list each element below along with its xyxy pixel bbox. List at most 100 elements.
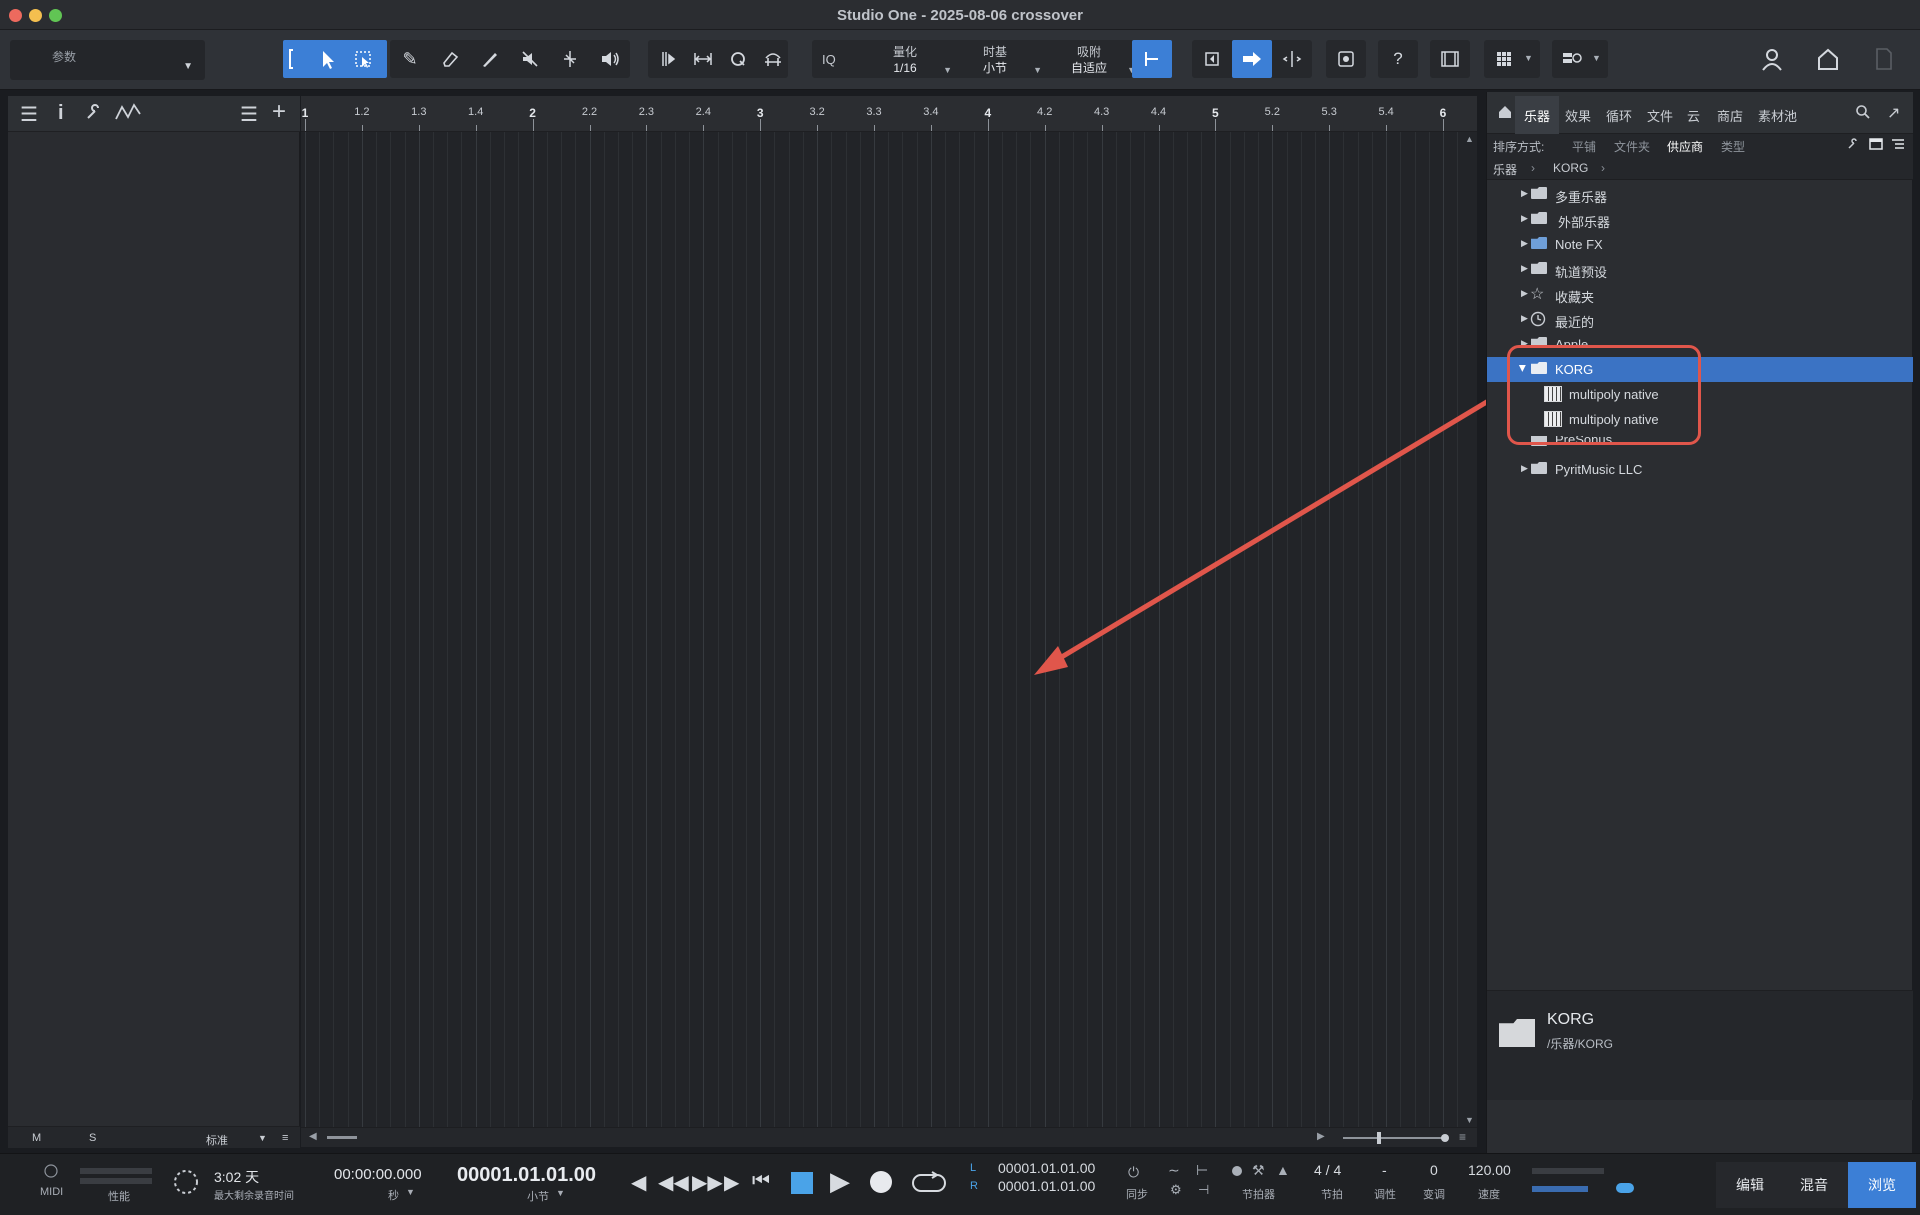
- stop-button[interactable]: [791, 1172, 813, 1194]
- loop-end[interactable]: 00001.01.01.00: [998, 1178, 1095, 1194]
- tree-item-track-presets[interactable]: ▶ 轨道预设: [1487, 257, 1913, 282]
- tree-item-label: 多重乐器: [1555, 190, 1608, 205]
- time-seconds[interactable]: 00:00:00.000: [334, 1166, 422, 1183]
- return-to-zero-icon[interactable]: ⏮: [752, 1170, 770, 1193]
- chevron-down-icon[interactable]: ▼: [556, 1188, 565, 1198]
- sync-label: 同步: [1126, 1189, 1148, 1201]
- star-icon: ☆: [1530, 286, 1545, 303]
- position-display[interactable]: 00001.01.01.00: [457, 1164, 596, 1187]
- tree-item-apple[interactable]: ▶ Apple: [1487, 332, 1913, 346]
- output-meter-l: [1532, 1168, 1604, 1174]
- loop-icon[interactable]: [910, 1170, 948, 1201]
- sort-vendor[interactable]: 供应商: [1667, 138, 1703, 155]
- key-display[interactable]: -: [1382, 1162, 1387, 1178]
- tab-effects[interactable]: 效果: [1565, 106, 1591, 125]
- transport-bar: MIDI 性能 3:02 天 最大剩余录音时间 00:00:00.000 秒 ▼…: [0, 1153, 1920, 1215]
- info-path: /乐器/KORG: [1547, 1037, 1614, 1051]
- folder-icon: [1531, 462, 1547, 474]
- tempo-display[interactable]: 120.00: [1468, 1162, 1511, 1178]
- browser-panel: 乐器 效果 循环 文件 云 商店 素材池 ↗ 排序方式: 平铺 文件夹 供应商 …: [1486, 92, 1913, 1153]
- chevron-down-icon[interactable]: ▼: [406, 1187, 415, 1197]
- rewind-icon[interactable]: ◀◀: [658, 1170, 689, 1195]
- time-signature-label: 节拍: [1321, 1189, 1343, 1201]
- caret-right-icon[interactable]: ▶: [1521, 463, 1528, 474]
- sort-type[interactable]: 类型: [1721, 138, 1745, 155]
- annotation-highlight: [1507, 345, 1701, 445]
- wrench-icon[interactable]: [1847, 138, 1859, 153]
- power-icon[interactable]: ⏻: [1128, 1164, 1139, 1181]
- tree-item-note-fx[interactable]: ▶ Note FX: [1487, 232, 1913, 257]
- sort-label: 排序方式:: [1493, 140, 1545, 154]
- output-meter-r: [1532, 1186, 1588, 1192]
- play-button[interactable]: ▶: [830, 1166, 850, 1197]
- tree-item-favorites[interactable]: ▶ ☆ 收藏夹: [1487, 282, 1913, 307]
- remaining-time: 3:02 天: [214, 1169, 260, 1185]
- browser-tabs: 乐器 效果 循环 文件 云 商店 素材池 ↗: [1487, 92, 1913, 134]
- external-folder-icon: [1531, 212, 1547, 224]
- tree-item-label: 轨道预设: [1555, 265, 1608, 280]
- precount-icon[interactable]: ∼: [1168, 1162, 1180, 1179]
- forward-marker-icon[interactable]: ▶: [724, 1170, 739, 1195]
- caret-right-icon[interactable]: ▶: [1521, 188, 1528, 199]
- metronome-toggle-icon[interactable]: [1232, 1166, 1242, 1176]
- note-fx-folder-icon: [1531, 237, 1547, 249]
- sort-flat[interactable]: 平铺: [1572, 138, 1596, 155]
- caret-right-icon[interactable]: ▶: [1521, 313, 1528, 324]
- loop-start[interactable]: 00001.01.01.00: [998, 1160, 1095, 1176]
- wrench-icon[interactable]: ⚒: [1252, 1162, 1265, 1179]
- chevron-right-icon: ›: [1531, 161, 1535, 175]
- tab-shop[interactable]: 商店: [1717, 106, 1743, 125]
- tab-instruments[interactable]: 乐器: [1524, 106, 1550, 125]
- tab-cloud[interactable]: 云: [1687, 106, 1700, 125]
- key-label: 调性: [1374, 1189, 1396, 1201]
- transpose-label: 变调: [1423, 1189, 1445, 1201]
- rewind-marker-icon[interactable]: ◀: [631, 1170, 646, 1195]
- loop-right-label: R: [970, 1180, 978, 1192]
- search-icon[interactable]: [1855, 104, 1871, 125]
- time-seconds-unit: 秒: [388, 1190, 399, 1202]
- tree-item-multi-instruments[interactable]: ▶ 多重乐器: [1487, 182, 1913, 207]
- meter-toggle[interactable]: [1616, 1183, 1634, 1193]
- punch-icon[interactable]: ⊢: [1196, 1162, 1208, 1179]
- gear-icon[interactable]: ⚙: [1170, 1182, 1182, 1198]
- tree-item-recent[interactable]: ▶ 最近的: [1487, 307, 1913, 332]
- preroll-icon[interactable]: ⊣: [1198, 1182, 1209, 1198]
- browser-home-icon[interactable]: [1497, 104, 1513, 125]
- tree-item-label: 外部乐器: [1558, 215, 1611, 230]
- clock-icon: [1530, 311, 1546, 330]
- tree-item-external-instruments[interactable]: ▶ 外部乐器: [1487, 207, 1913, 232]
- breadcrumb-current[interactable]: KORG: [1553, 161, 1588, 175]
- sort-bar: 排序方式: 平铺 文件夹 供应商 类型: [1487, 134, 1913, 156]
- record-button[interactable]: [870, 1171, 892, 1193]
- metronome-icon[interactable]: ▲: [1276, 1162, 1290, 1178]
- remaining-time-label: 最大剩余录音时间: [214, 1191, 294, 1202]
- tree-item-pyritmusic[interactable]: ▶ PyritMusic LLC: [1487, 457, 1913, 482]
- fast-forward-icon[interactable]: ▶▶: [692, 1170, 723, 1195]
- single-column-icon[interactable]: [1869, 138, 1883, 153]
- sort-folder[interactable]: 文件夹: [1614, 138, 1650, 155]
- breadcrumb: 乐器 › KORG ›: [1487, 156, 1913, 180]
- tab-loops[interactable]: 循环: [1606, 106, 1632, 125]
- tree-item-label: 收藏夹: [1555, 290, 1595, 305]
- caret-right-icon[interactable]: ▶: [1521, 213, 1528, 224]
- tab-files[interactable]: 文件: [1647, 106, 1673, 125]
- multi-instrument-folder-icon: [1531, 187, 1547, 199]
- midi-meter: [80, 1168, 152, 1174]
- browser-info-panel: KORG /乐器/KORG: [1487, 990, 1913, 1100]
- popout-icon[interactable]: ↗: [1887, 103, 1900, 123]
- mix-page-button[interactable]: 混音: [1780, 1162, 1848, 1208]
- tab-pool[interactable]: 素材池: [1758, 106, 1797, 125]
- loop-left-label: L: [970, 1162, 977, 1174]
- performance-label: 性能: [108, 1191, 130, 1203]
- transpose-display[interactable]: 0: [1430, 1162, 1438, 1178]
- browse-page-button[interactable]: 浏览: [1848, 1162, 1916, 1208]
- list-options-icon[interactable]: [1891, 138, 1905, 153]
- edit-page-button[interactable]: 编辑: [1716, 1162, 1784, 1208]
- time-signature[interactable]: 4 / 4: [1314, 1162, 1341, 1178]
- caret-right-icon[interactable]: ▶: [1521, 263, 1528, 274]
- caret-right-icon[interactable]: ▶: [1521, 238, 1528, 249]
- caret-right-icon[interactable]: ▶: [1521, 288, 1528, 299]
- breadcrumb-root[interactable]: 乐器: [1493, 161, 1517, 178]
- tempo-label: 速度: [1478, 1189, 1500, 1201]
- position-unit: 小节: [527, 1191, 549, 1203]
